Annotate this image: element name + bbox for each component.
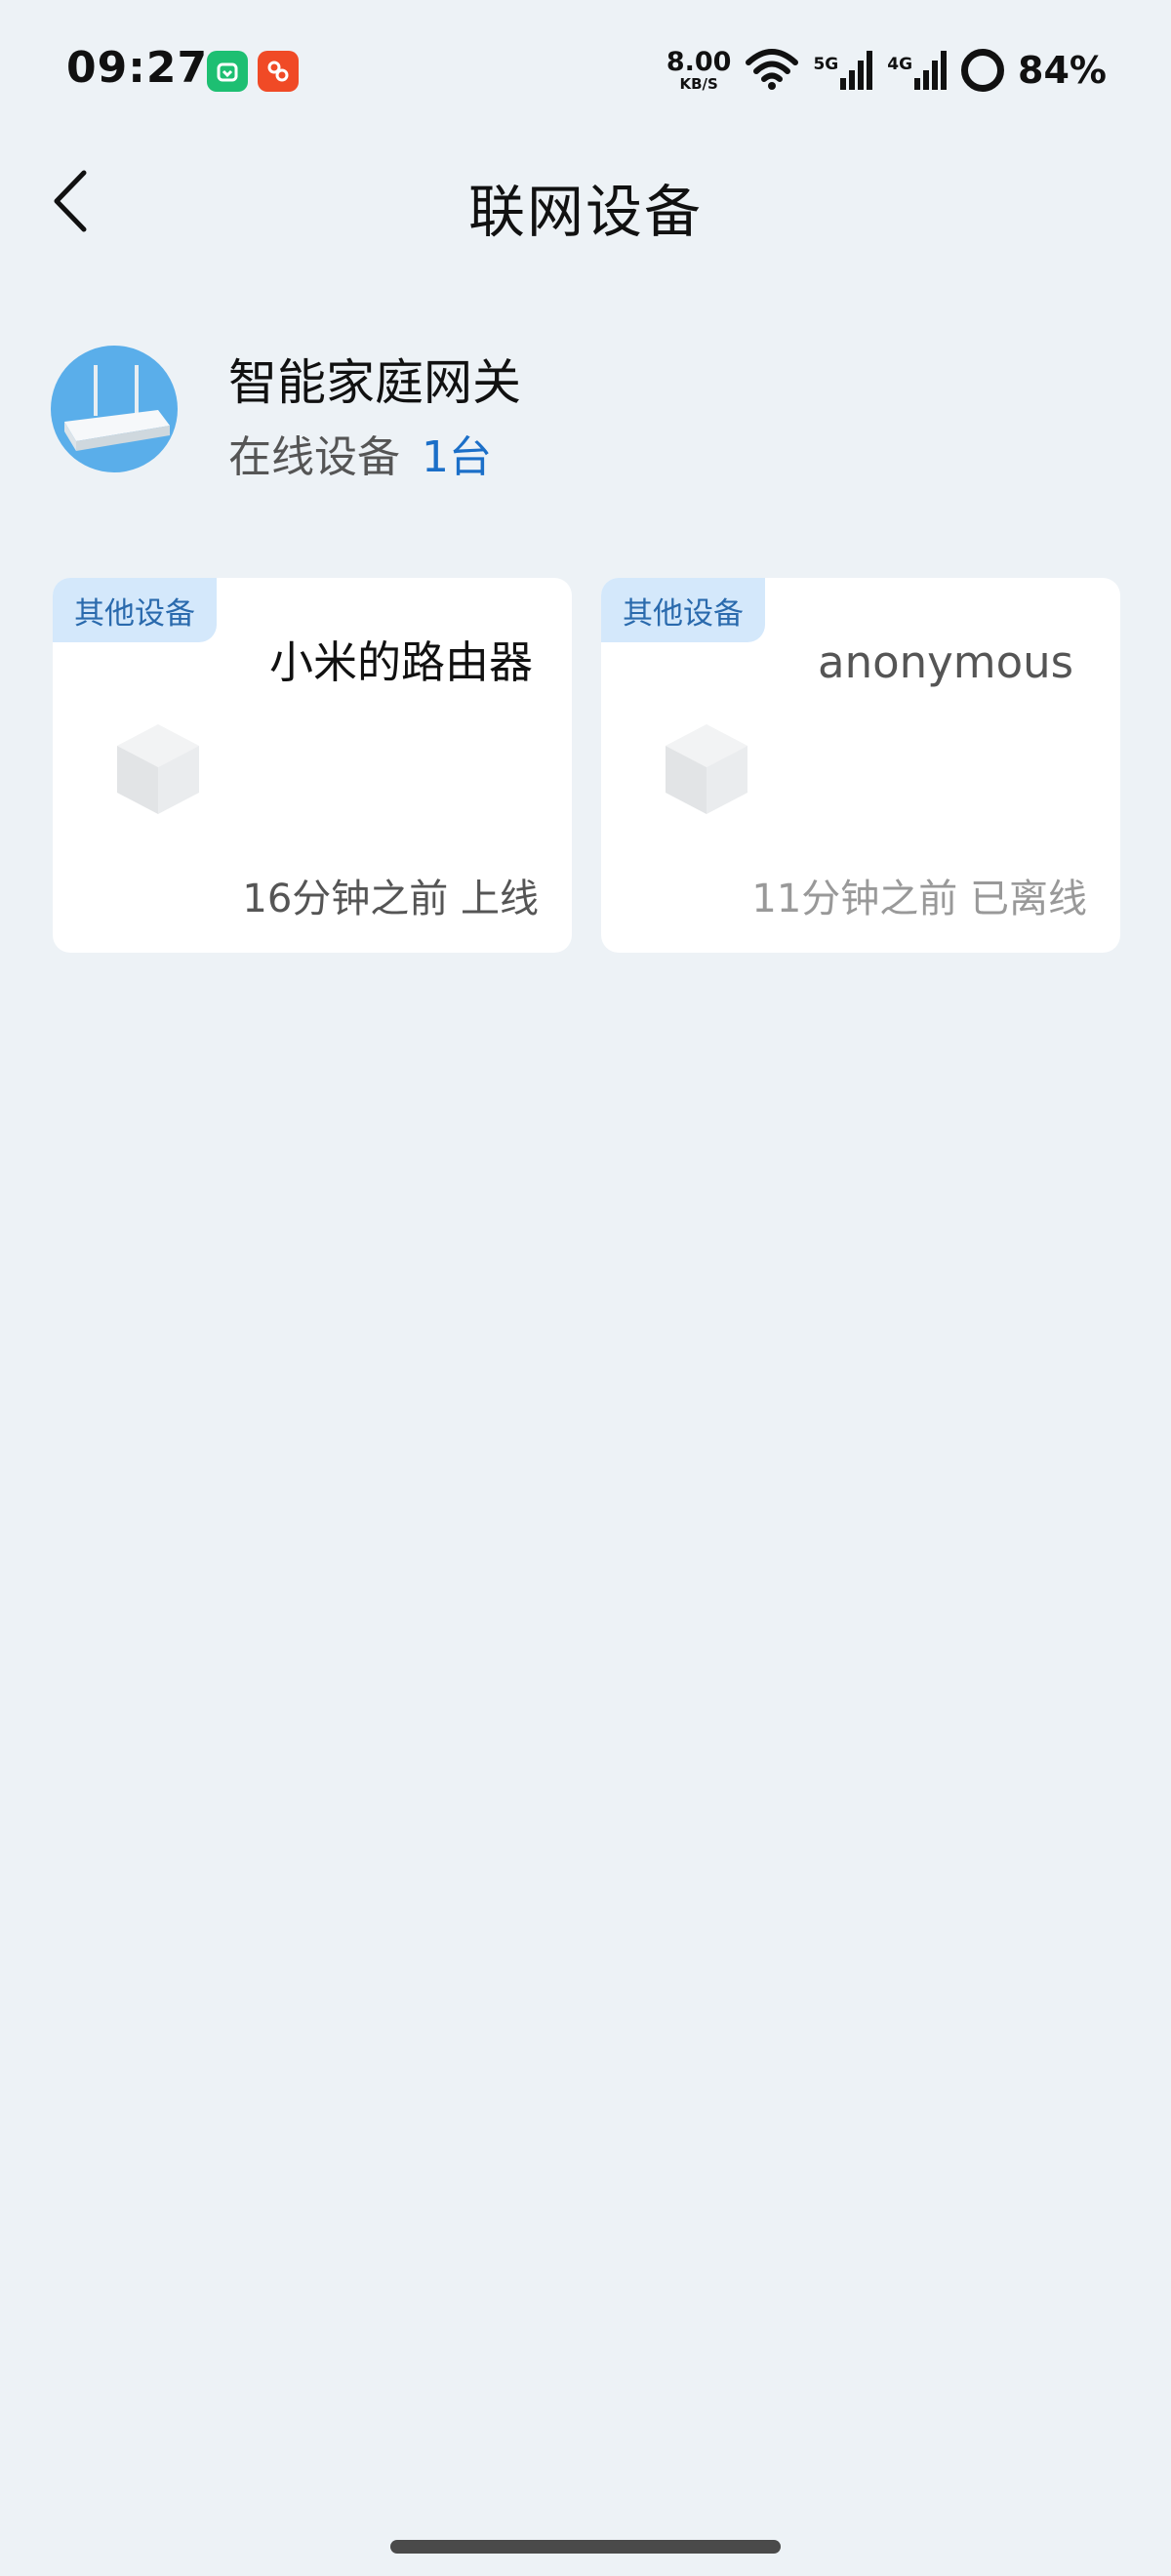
status-time: 09:27	[66, 43, 209, 93]
net-speed-value: 8.00	[666, 47, 732, 77]
device-status: 16分钟之前 上线	[242, 877, 539, 921]
battery-percent: 84%	[1018, 49, 1107, 92]
status-bar: 09:27 8.00 KB/S 5G 4G 84%	[0, 0, 1171, 137]
device-name: 小米的路由器	[269, 636, 534, 688]
status-indicators: 8.00 KB/S 5G 4G 84%	[666, 41, 1107, 100]
signal-5g-icon: 5G	[813, 49, 873, 92]
device-type-tag: 其他设备	[53, 578, 217, 642]
cube-device-icon	[109, 715, 207, 822]
screen: 09:27 8.00 KB/S 5G 4G 84% 联网设备 智能家庭网关 在线…	[0, 0, 1171, 2576]
signal-4g-label: 4G	[887, 55, 913, 74]
device-name: anonymous	[818, 636, 1074, 688]
net-speed-unit: KB/S	[679, 75, 718, 93]
signal-4g-icon: 4G	[887, 49, 948, 92]
device-status: 11分钟之前 已离线	[751, 877, 1087, 921]
cube-device-icon	[658, 715, 755, 822]
signal-5g-label: 5G	[813, 55, 839, 74]
battery-ring-icon	[961, 49, 1005, 92]
gateway-name: 智能家庭网关	[228, 354, 521, 411]
app-notification-icon	[258, 51, 299, 92]
net-speed: 8.00 KB/S	[666, 49, 732, 92]
mi-home-icon	[207, 51, 248, 92]
device-card[interactable]: 其他设备 anonymous 11分钟之前 已离线	[601, 578, 1120, 953]
gateway-online-count: 1台	[422, 432, 492, 482]
router-icon	[51, 346, 178, 472]
wifi-icon	[745, 47, 799, 94]
home-indicator[interactable]	[390, 2540, 781, 2554]
device-type-tag: 其他设备	[601, 578, 765, 642]
page-title: 联网设备	[467, 179, 703, 245]
gateway-online-summary: 在线设备 1台	[228, 422, 492, 484]
gateway-online-label: 在线设备	[228, 432, 400, 482]
device-card[interactable]: 其他设备 小米的路由器 16分钟之前 上线	[53, 578, 572, 953]
